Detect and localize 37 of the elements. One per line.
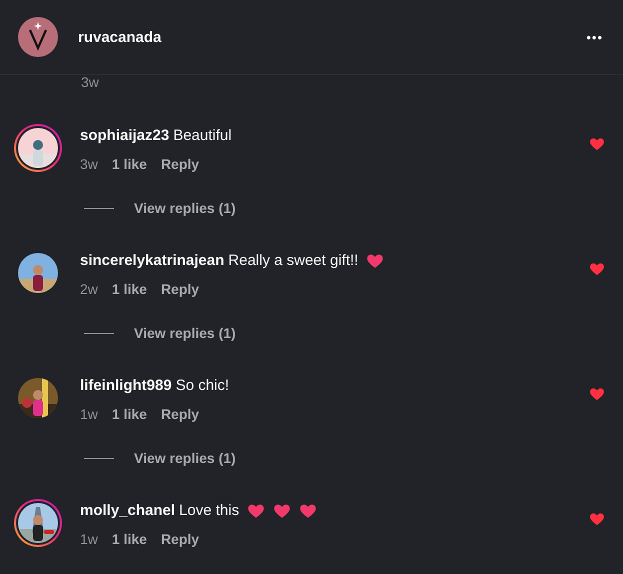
comment-time: 1w xyxy=(80,531,98,547)
comment-text: Love this xyxy=(179,501,240,521)
comment-time: 2w xyxy=(80,281,98,297)
post-time: 3w xyxy=(81,75,99,89)
reply-button[interactable]: Reply xyxy=(160,531,200,547)
story-ring[interactable] xyxy=(14,124,62,172)
comment-text: Beautiful xyxy=(173,126,232,146)
likes-count[interactable]: 1 like xyxy=(112,531,147,547)
reply-button[interactable]: Reply xyxy=(160,406,200,422)
comment-text: So chic! xyxy=(176,376,230,396)
comment-time: 3w xyxy=(80,156,98,172)
likes-count[interactable]: 1 like xyxy=(112,156,147,172)
likes-count[interactable]: 1 like xyxy=(112,281,147,297)
heart-emoji-icon xyxy=(247,502,266,520)
comment-username[interactable]: sincerelykatrinajean xyxy=(80,250,224,272)
brand-logo xyxy=(18,17,58,57)
story-ring[interactable] xyxy=(14,499,62,547)
like-button[interactable] xyxy=(589,386,605,402)
heart-emoji-icon xyxy=(273,502,292,520)
username: ruvacanada xyxy=(78,28,162,46)
view-replies-button[interactable]: View replies (1) xyxy=(134,325,236,341)
like-button[interactable] xyxy=(589,136,605,152)
comment-username[interactable]: molly_chanel xyxy=(80,500,176,522)
view-replies-button[interactable]: View replies (1) xyxy=(134,450,236,466)
comment-username[interactable]: sophiaijaz23 xyxy=(80,125,170,147)
heart-emoji-icon xyxy=(299,502,318,520)
reply-button[interactable]: Reply xyxy=(160,156,200,172)
heart-emoji-icon xyxy=(366,252,384,270)
view-replies-button[interactable]: View replies (1) xyxy=(134,200,236,216)
reply-button[interactable]: Reply xyxy=(160,281,200,297)
like-button[interactable] xyxy=(589,261,605,277)
comment-time: 1w xyxy=(80,406,98,422)
comment-username[interactable]: lifeinlight989 xyxy=(80,375,172,397)
comment-text: Really a sweet gift!! xyxy=(228,251,358,271)
more-options-button[interactable]: ••• xyxy=(586,30,603,44)
like-button[interactable] xyxy=(589,511,605,527)
likes-count[interactable]: 1 like xyxy=(112,406,147,422)
